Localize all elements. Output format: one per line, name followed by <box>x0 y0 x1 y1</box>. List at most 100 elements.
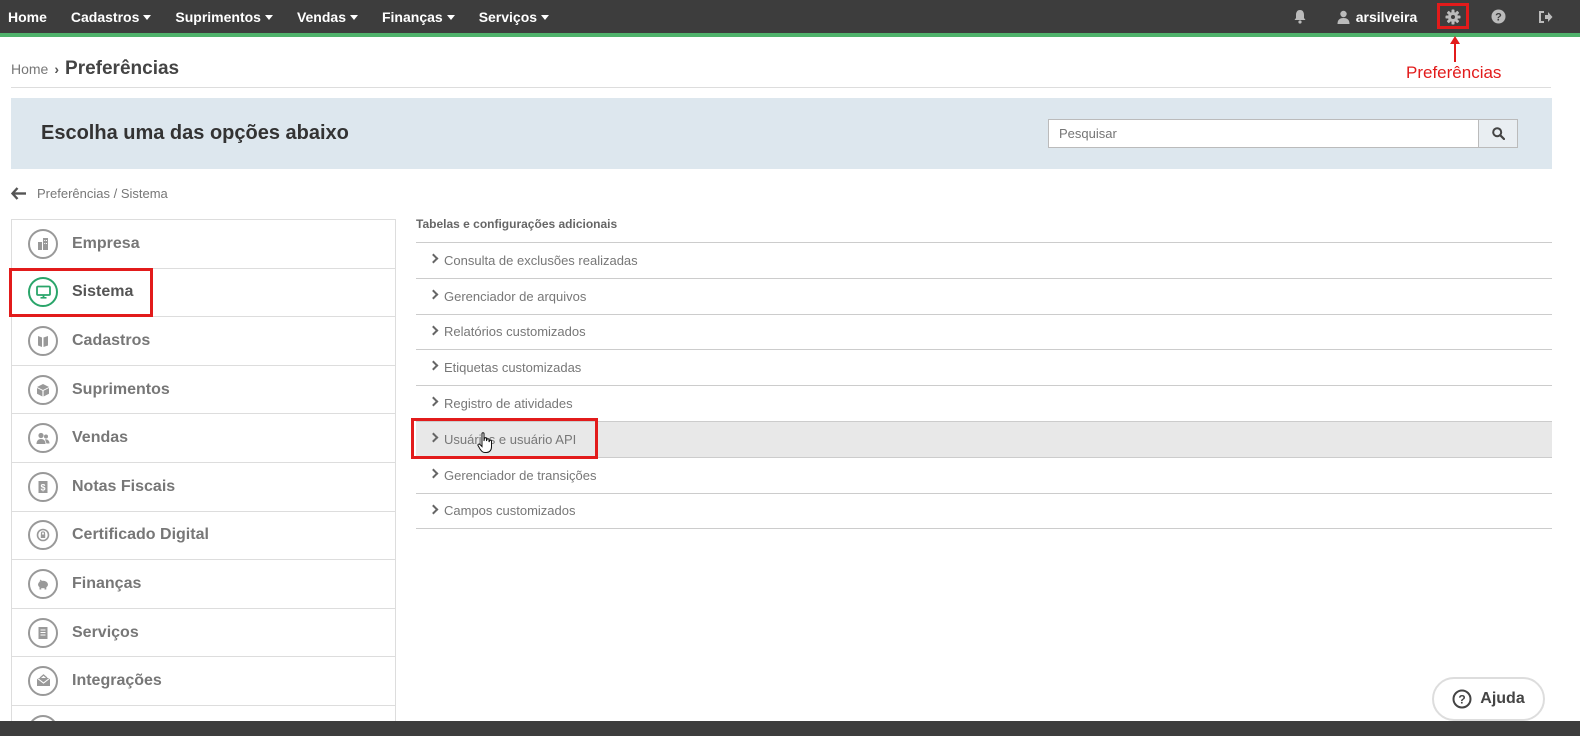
bottom-bar <box>0 721 1580 736</box>
nav-financas[interactable]: Finanças <box>382 9 455 25</box>
menu-item-vendas[interactable]: Vendas <box>12 414 395 463</box>
list-item-campos-customizados[interactable]: Campos customizados <box>416 494 1552 530</box>
nav-cadastros-label: Cadastros <box>70 8 140 25</box>
nav-servicos[interactable]: Serviços <box>479 9 550 25</box>
sub-breadcrumb-text: Preferências / Sistema <box>37 186 168 201</box>
gear-icon <box>1445 9 1461 24</box>
menu-label: Integrações <box>72 672 162 690</box>
banner-title: Escolha uma das opções abaixo <box>41 122 349 144</box>
list-item-label: Campos customizados <box>444 503 576 519</box>
caret-down-icon <box>349 14 358 20</box>
nav-financas-label: Finanças <box>381 8 443 25</box>
bell-icon <box>1294 10 1306 24</box>
back-arrow-icon[interactable] <box>11 187 27 200</box>
nav-vendas-label: Vendas <box>296 8 346 25</box>
list-item-gerenciador-transicoes[interactable]: Gerenciador de transições <box>416 458 1552 494</box>
nav-suprimentos-label: Suprimentos <box>175 8 261 25</box>
help-button[interactable]: ? Ajuda <box>1432 677 1545 721</box>
logout-button[interactable] <box>1533 0 1557 33</box>
menu-item-cadastros[interactable]: Cadastros <box>12 317 395 366</box>
invoice-icon: $ <box>28 471 58 502</box>
menu-label: Serviços <box>72 623 139 641</box>
list-item-relatorios-customizados[interactable]: Relatórios customizados <box>416 315 1552 351</box>
menu-label: Empresa <box>72 234 140 252</box>
list-item-label: Consulta de exclusões realizadas <box>444 252 638 268</box>
chevron-right-icon <box>428 360 439 371</box>
menu-item-empresa[interactable]: Empresa <box>12 220 395 269</box>
page-title: Preferências <box>65 58 180 79</box>
chevron-right-icon <box>428 396 439 407</box>
list-item-gerenciador-arquivos[interactable]: Gerenciador de arquivos <box>416 279 1552 315</box>
menu-item-suprimentos[interactable]: Suprimentos <box>12 366 395 415</box>
top-nav: Home Cadastros Suprimentos Vendas Finanç… <box>0 0 1580 37</box>
nav-cadastros[interactable]: Cadastros <box>70 8 152 25</box>
search-button[interactable] <box>1478 119 1518 148</box>
box-icon <box>28 374 58 405</box>
caret-down-icon <box>541 14 550 20</box>
settings-list: Consulta de exclusões realizadas Gerenci… <box>416 242 1552 530</box>
chevron-right-icon <box>428 325 439 336</box>
list-item-label: Gerenciador de transições <box>444 467 597 483</box>
hand-cursor-icon <box>477 432 492 453</box>
notifications-button[interactable] <box>1288 0 1312 33</box>
chevron-right-icon <box>428 432 439 443</box>
sub-breadcrumb: Preferências / Sistema <box>11 186 168 201</box>
nav-suprimentos[interactable]: Suprimentos <box>175 9 273 25</box>
menu-item-servicos[interactable]: Serviços <box>12 609 395 658</box>
chevron-right-icon <box>428 289 439 300</box>
chevron-right-icon <box>428 468 439 479</box>
piggy-bank-icon <box>28 568 58 599</box>
nav-home[interactable]: Home <box>8 9 47 25</box>
chevron-right-icon <box>428 504 439 515</box>
search-input[interactable] <box>1048 119 1479 148</box>
preferences-menu: Empresa Sistema Cadastros Suprimentos Ve… <box>11 219 396 722</box>
certificate-icon <box>28 520 58 551</box>
menu-item-partial[interactable] <box>12 706 395 722</box>
menu-label: Vendas <box>72 429 129 447</box>
list-item-label: Etiquetas customizadas <box>444 360 582 376</box>
svg-text:$: $ <box>40 482 45 492</box>
users-icon <box>28 423 58 454</box>
list-item-label: Registro de atividades <box>444 396 573 412</box>
svg-text:?: ? <box>1495 12 1502 24</box>
help-menu-button[interactable]: ? <box>1486 0 1510 33</box>
settings-button[interactable] <box>1439 0 1467 33</box>
list-item-usuarios-api[interactable]: Usuários e usuário API <box>416 421 1552 458</box>
list-item-etiquetas-customizadas[interactable]: Etiquetas customizadas <box>416 350 1552 387</box>
logout-icon <box>1538 10 1552 23</box>
nav-left: Home Cadastros Suprimentos Vendas Finanç… <box>8 0 573 33</box>
nav-home-label: Home <box>8 8 47 25</box>
menu-item-integracoes[interactable]: Integrações <box>12 657 395 706</box>
list-item-consulta-exclusoes[interactable]: Consulta de exclusões realizadas <box>416 243 1552 279</box>
user-icon <box>1337 10 1350 24</box>
monitor-icon <box>28 277 58 308</box>
breadcrumb: Home › Preferências <box>11 58 1551 88</box>
building-icon <box>28 228 58 259</box>
breadcrumb-home[interactable]: Home <box>11 61 48 77</box>
question-circle-icon: ? <box>1452 689 1472 709</box>
nav-vendas[interactable]: Vendas <box>297 9 358 25</box>
list-item-registro-atividades[interactable]: Registro de atividades <box>416 386 1552 422</box>
chevron-right-icon <box>428 253 439 264</box>
menu-label: Cadastros <box>72 331 151 349</box>
menu-item-certificado-digital[interactable]: Certificado Digital <box>12 512 395 561</box>
menu-label: Sistema <box>72 283 134 301</box>
menu-item-sistema[interactable]: Sistema <box>12 269 395 318</box>
menu-item-notas-fiscais[interactable]: $ Notas Fiscais <box>12 463 395 512</box>
caret-down-icon <box>264 14 273 20</box>
envelope-icon <box>28 666 58 697</box>
caret-down-icon <box>446 14 455 20</box>
menu-label: Certificado Digital <box>72 526 209 544</box>
menu-item-financas[interactable]: Finanças <box>12 560 395 609</box>
user-menu[interactable]: arsilveira <box>1336 0 1418 33</box>
options-banner: Escolha uma das opções abaixo <box>11 98 1552 169</box>
list-item-label: Gerenciador de arquivos <box>444 288 587 304</box>
search-icon <box>1491 127 1505 140</box>
question-icon: ? <box>1491 9 1505 24</box>
list-item-label: Relatórios customizados <box>444 324 586 340</box>
caret-down-icon <box>143 14 152 20</box>
document-icon <box>28 617 58 648</box>
menu-label: Finanças <box>72 574 142 592</box>
help-label: Ajuda <box>1480 690 1525 707</box>
book-icon <box>28 325 58 356</box>
